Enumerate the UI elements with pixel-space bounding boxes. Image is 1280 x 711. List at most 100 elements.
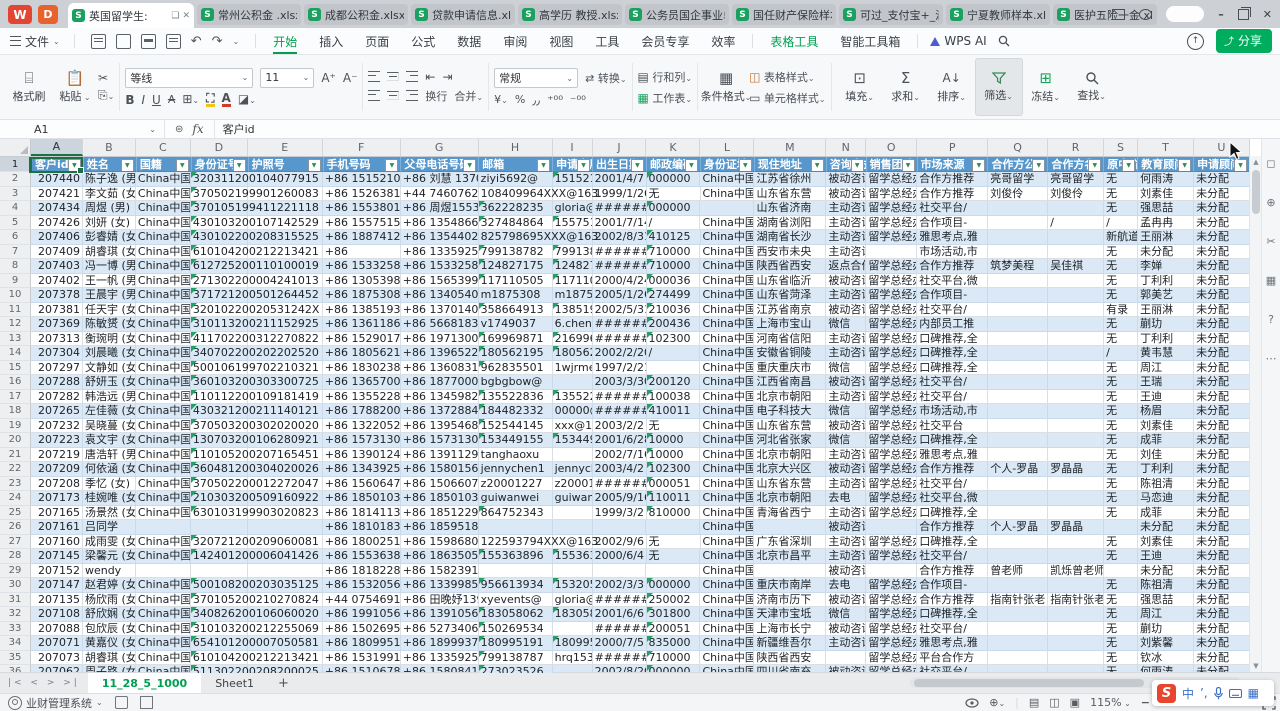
- row-number[interactable]: 18: [0, 404, 31, 419]
- cell[interactable]: 410125: [647, 230, 701, 245]
- cell[interactable]: 362228235: [479, 201, 553, 216]
- cell[interactable]: 152544145: [479, 419, 553, 434]
- cell[interactable]: China中国: [136, 477, 191, 492]
- cell[interactable]: 184482332: [479, 404, 553, 419]
- cell[interactable]: 成雨雯 (女): [83, 535, 136, 550]
- decrease-font-icon[interactable]: A⁻: [343, 72, 358, 84]
- cell[interactable]: 无: [647, 187, 701, 202]
- cell[interactable]: 留学总经办: [866, 477, 917, 492]
- cell[interactable]: 未分配: [1194, 172, 1250, 187]
- cell[interactable]: [646, 520, 700, 535]
- cell[interactable]: 留学总经办: [866, 216, 917, 231]
- cell[interactable]: China中国: [700, 288, 754, 303]
- cell[interactable]: +86 18874129: [323, 230, 401, 245]
- borders-button[interactable]: ⊞⌄: [182, 93, 199, 107]
- align-right-icon[interactable]: [406, 90, 418, 101]
- cell[interactable]: China中国: [700, 390, 754, 405]
- cell[interactable]: 无: [1104, 535, 1138, 550]
- cell[interactable]: China中国: [700, 636, 754, 651]
- cell[interactable]: 刘俊伶: [1048, 187, 1104, 202]
- menu-item[interactable]: 数据: [446, 28, 492, 54]
- wps-logo-icon[interactable]: W: [8, 5, 32, 24]
- cell[interactable]: [553, 448, 593, 463]
- cell[interactable]: 返点合作方: [826, 259, 866, 274]
- cell[interactable]: 未分配: [1194, 259, 1250, 274]
- cell[interactable]: 亮哥留学: [988, 172, 1048, 187]
- sidebar-more-icon[interactable]: ⋯: [1266, 352, 1277, 365]
- cell[interactable]: China中国: [136, 506, 191, 521]
- cell[interactable]: gloria@uk: [553, 201, 593, 216]
- cell[interactable]: 黄韦慧: [1138, 346, 1194, 361]
- filter-dropdown-icon[interactable]: ▼: [385, 159, 398, 172]
- cell[interactable]: 未分配: [1194, 549, 1250, 564]
- cell[interactable]: 山东省菏泽: [754, 288, 826, 303]
- document-tab[interactable]: S成都公积金.xlsx: [304, 4, 408, 25]
- cell[interactable]: +86 1582391866: [401, 564, 479, 579]
- number-format-select[interactable]: 常规⌄: [494, 68, 578, 88]
- cell[interactable]: 留学总经办: [866, 259, 917, 274]
- cell[interactable]: 青海省西宁: [754, 506, 826, 521]
- cell[interactable]: 274499: [647, 288, 701, 303]
- cell[interactable]: [191, 520, 248, 535]
- insert-symbol-icon[interactable]: ⊜: [175, 124, 183, 135]
- cell[interactable]: [1048, 651, 1104, 666]
- row-number[interactable]: 14: [0, 346, 31, 361]
- cell[interactable]: 留学总经办: [866, 230, 917, 245]
- cell[interactable]: 新航道: [1104, 230, 1138, 245]
- filter-dropdown-icon[interactable]: ▼: [1088, 159, 1101, 172]
- cell[interactable]: +86 1506607386: [401, 477, 479, 492]
- cell[interactable]: 2001/4/7: [593, 172, 647, 187]
- cell[interactable]: China中国: [700, 564, 754, 579]
- cell[interactable]: China中国: [700, 651, 754, 666]
- cell[interactable]: 文静如 (女): [83, 361, 136, 376]
- cell[interactable]: [1048, 245, 1104, 260]
- cut-icon[interactable]: ✂: [98, 72, 114, 84]
- merge-cells-button[interactable]: 合并⌄: [454, 88, 483, 104]
- cell[interactable]: 207071: [31, 636, 83, 651]
- cell[interactable]: 周江: [1138, 607, 1194, 622]
- cell[interactable]: 2000/4/24: [593, 274, 647, 289]
- cell[interactable]: 留学总经办: [866, 607, 917, 622]
- cell[interactable]: 未分配: [1194, 651, 1250, 666]
- column-label-K[interactable]: K: [646, 139, 700, 156]
- decrease-decimal-icon[interactable]: ⁻⁰⁰: [570, 94, 586, 106]
- cell[interactable]: 合作项目-: [917, 216, 988, 231]
- cell[interactable]: [988, 245, 1048, 260]
- cell[interactable]: +86 1565399710: [401, 274, 479, 289]
- cell[interactable]: 430321200211140121: [191, 404, 248, 419]
- cell[interactable]: 无: [1104, 607, 1138, 622]
- cell[interactable]: 唐浩轩 (男): [83, 448, 136, 463]
- cell[interactable]: 主动咨询: [826, 549, 866, 564]
- cell[interactable]: 梁馨元 (女): [83, 549, 136, 564]
- cell[interactable]: ########: [593, 332, 647, 347]
- cell[interactable]: 无: [1104, 390, 1138, 405]
- cell[interactable]: 口碑推荐,全: [917, 433, 988, 448]
- row-number[interactable]: 15: [0, 361, 31, 376]
- cell[interactable]: 未分配: [1194, 520, 1250, 535]
- selection-mode-icon[interactable]: ⊕⌄: [989, 696, 1005, 709]
- cell[interactable]: China中国: [701, 535, 755, 550]
- cell[interactable]: 未分配: [1194, 245, 1250, 260]
- filter-dropdown-icon[interactable]: ▼: [537, 159, 550, 172]
- cell[interactable]: +86 刘慧 137052: [401, 172, 479, 187]
- cell[interactable]: 无: [1104, 375, 1138, 390]
- cell[interactable]: 指南针张老: [1048, 593, 1104, 608]
- cell[interactable]: /: [647, 346, 701, 361]
- document-tab[interactable]: S国任财产保险样本.x: [732, 4, 836, 25]
- cell[interactable]: 江苏省徐州: [754, 172, 826, 187]
- cell[interactable]: [553, 520, 593, 535]
- font-name-select[interactable]: 等线⌄: [125, 68, 253, 88]
- cell[interactable]: [988, 390, 1048, 405]
- cell[interactable]: m1875308: [479, 288, 553, 303]
- cell[interactable]: [988, 274, 1048, 289]
- cell[interactable]: 207304: [31, 346, 83, 361]
- cell[interactable]: 327484864: [479, 216, 553, 231]
- cell[interactable]: 207381: [31, 303, 83, 318]
- cell[interactable]: +86 18501030: [323, 491, 401, 506]
- cell[interactable]: China中国: [136, 288, 191, 303]
- cell[interactable]: China中国: [701, 187, 755, 202]
- cell[interactable]: 凯烁曾老师: [1048, 564, 1104, 579]
- cell[interactable]: 未分配: [1194, 593, 1250, 608]
- cell[interactable]: 山东省东营: [754, 419, 826, 434]
- cell[interactable]: 153449155: [553, 433, 593, 448]
